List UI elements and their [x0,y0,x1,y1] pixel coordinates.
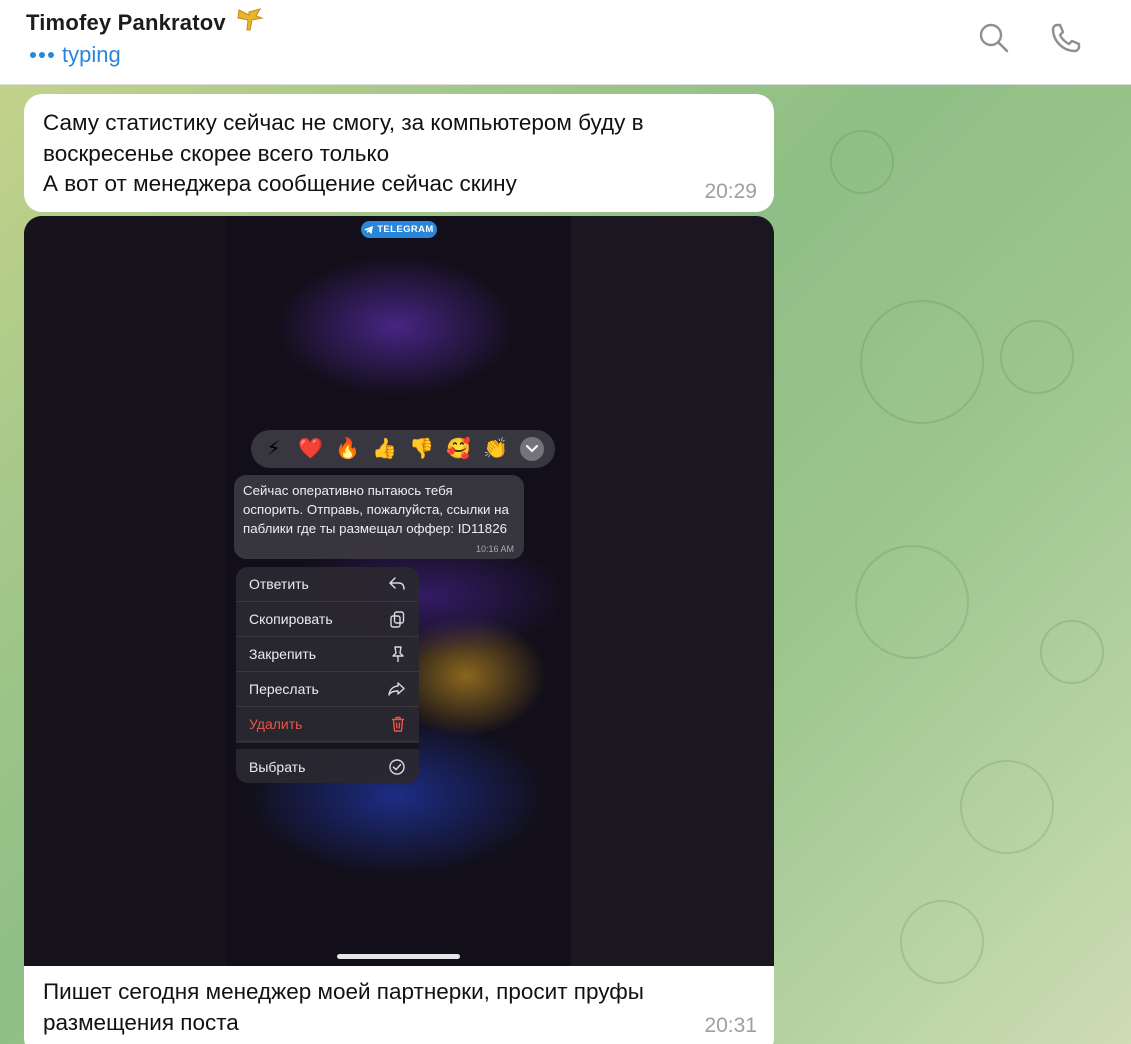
background-doodle [855,545,969,659]
reply-icon [389,577,405,590]
typing-dots-icon [30,52,54,58]
chevron-down-icon [526,445,538,453]
chat-window: Timofey Pankratov typing Саму статистику… [0,0,1131,1044]
telegram-plane-icon [364,225,374,234]
contact-name-text: Timofey Pankratov [26,10,226,35]
menu-item-select[interactable]: Выбрать [236,749,419,783]
pin-icon [392,645,404,662]
background-doodle [900,900,984,984]
photo-background [571,216,774,966]
menu-item-label: Ответить [249,576,309,592]
quoted-message-text: Сейчас оперативно пытаюсь тебя оспорить.… [243,483,509,536]
search-button[interactable] [976,20,1012,56]
message-time: 20:31 [704,1014,757,1037]
background-doodle [860,300,984,424]
check-circle-icon [389,758,405,775]
message-time: 20:29 [704,180,757,203]
menu-item-label: Удалить [249,716,303,732]
background-doodle [960,760,1054,854]
message-text: Саму статистику сейчас не смогу, за комп… [43,110,644,196]
menu-item-label: Закрепить [249,646,317,662]
telegram-badge: TELEGRAM [361,221,437,238]
reaction-fire-icon[interactable]: 🔥 [333,430,362,468]
typing-status: typing [30,42,121,68]
quoted-message-time: 10:16 AM [475,544,514,554]
search-icon [979,23,1009,53]
background-doodle [1000,320,1074,394]
menu-item-forward[interactable]: Переслать [236,672,419,707]
background-doodle [830,130,894,194]
reaction-lightning-icon[interactable]: ⚡ [259,430,288,468]
menu-item-reply[interactable]: Ответить [236,567,419,602]
reaction-smiling-hearts-icon[interactable]: 🥰 [444,430,473,468]
badge-text: TELEGRAM [377,224,434,235]
quoted-message: Сейчас оперативно пытаюсь тебя оспорить.… [234,475,524,559]
call-button[interactable] [1048,20,1084,56]
reaction-thumbs-down-icon[interactable]: 👎 [407,430,436,468]
status-text: typing [62,42,121,67]
attached-screenshot[interactable]: TELEGRAM ⚡ ❤️ 🔥 👍 👎 🥰 👏 Сейчас оперативн… [24,216,774,966]
phone-icon [1051,23,1081,53]
photo-message-bubble[interactable]: TELEGRAM ⚡ ❤️ 🔥 👍 👎 🥰 👏 Сейчас оперативн… [24,216,774,1044]
menu-item-pin[interactable]: Закрепить [236,637,419,672]
reaction-bar: ⚡ ❤️ 🔥 👍 👎 🥰 👏 [251,430,555,468]
more-reactions-button[interactable] [520,437,544,461]
copy-icon [390,610,405,628]
menu-item-label: Переслать [249,681,319,697]
reaction-heart-icon[interactable]: ❤️ [296,430,325,468]
menu-item-label: Скопировать [249,611,333,627]
home-indicator [337,954,460,959]
reaction-thumbs-up-icon[interactable]: 👍 [370,430,399,468]
message-bubble[interactable]: Саму статистику сейчас не смогу, за комп… [24,94,774,212]
menu-item-copy[interactable]: Скопировать [236,602,419,637]
contact-name[interactable]: Timofey Pankratov [26,6,265,36]
message-text: Пишет сегодня менеджер моей партнерки, п… [43,979,644,1035]
menu-item-delete[interactable]: Удалить [236,707,419,742]
chat-header: Timofey Pankratov typing [0,0,1131,85]
menu-item-label: Выбрать [249,758,306,775]
background-doodle [1040,620,1104,684]
reaction-clap-icon[interactable]: 👏 [481,430,510,468]
photo-background [24,216,226,966]
context-menu: Ответить Скопировать Закрепить Переслать… [236,567,419,783]
forward-icon [388,682,405,696]
trash-icon [392,716,404,732]
emoji-status-icon [237,8,265,31]
